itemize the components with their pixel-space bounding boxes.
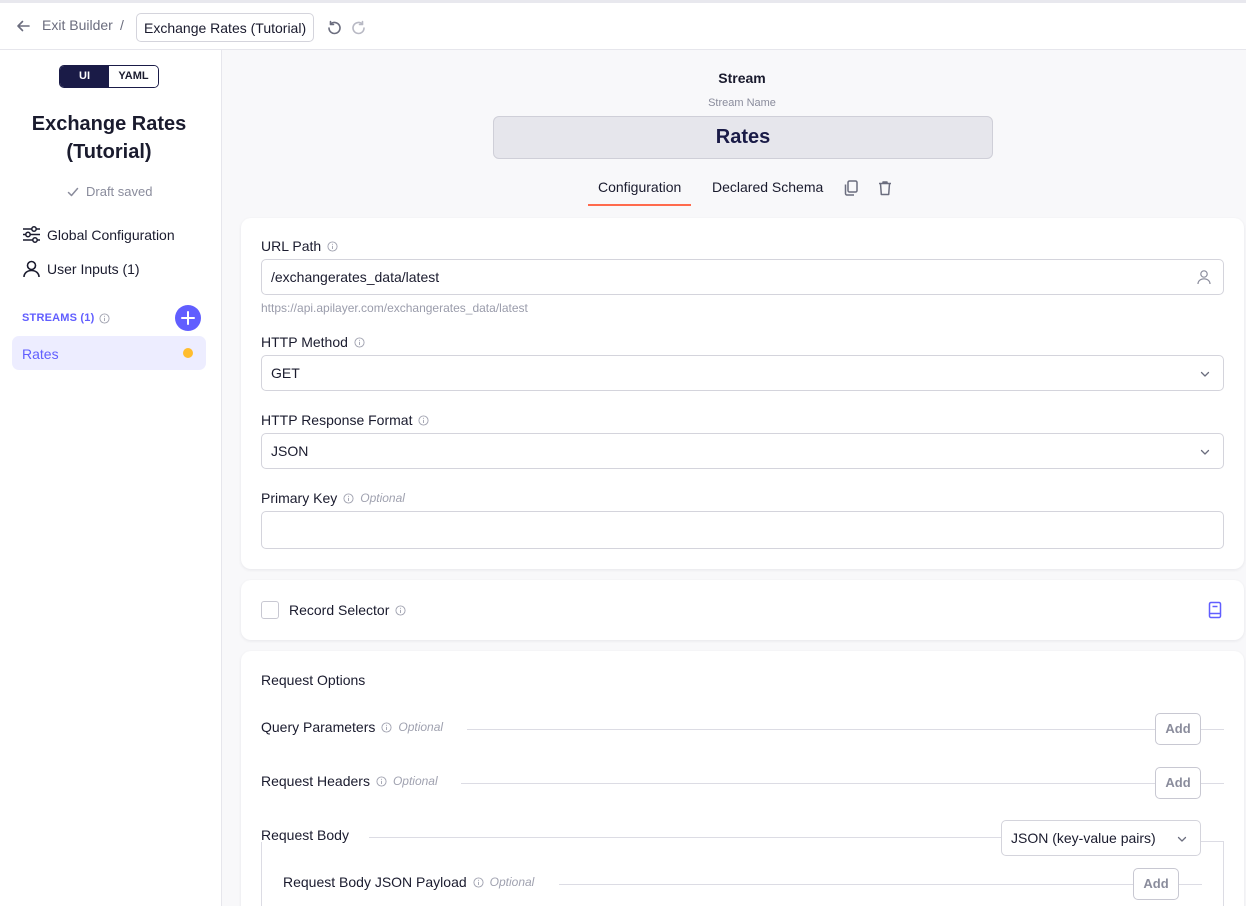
sidebar-stream-rates[interactable]: Rates — [12, 336, 206, 370]
url-path-label-text: URL Path — [261, 238, 322, 254]
check-icon — [67, 187, 79, 196]
info-icon — [473, 876, 484, 888]
http-method-select[interactable]: GET — [261, 355, 1224, 391]
main-panel: Stream Stream Name Rates Configuration D… — [222, 50, 1246, 906]
chevron-down-icon — [1200, 371, 1210, 377]
http-method-label-text: HTTP Method — [261, 334, 348, 350]
request-body-label-text: Request Body — [261, 827, 349, 843]
stream-name-label: Stream Name — [708, 97, 776, 109]
primary-key-label-text: Primary Key — [261, 490, 338, 506]
stream-status-dot — [183, 348, 193, 358]
record-selector-checkbox[interactable] — [261, 601, 279, 619]
url-path-input[interactable]: /exchangerates_data/latest — [261, 259, 1224, 295]
query-params-label-text: Query Parameters — [261, 719, 376, 735]
user-icon — [23, 260, 40, 278]
add-query-param-button[interactable]: Add — [1155, 713, 1201, 745]
add-stream-button[interactable] — [175, 305, 201, 331]
streams-heading-text: STREAMS (1) — [22, 312, 95, 324]
breadcrumb-separator: / — [120, 17, 124, 33]
redo-icon[interactable] — [350, 19, 368, 37]
request-body-label: Request Body — [261, 827, 349, 843]
copy-icon[interactable] — [842, 179, 860, 197]
user-input-icon[interactable] — [1196, 269, 1212, 285]
info-icon — [343, 492, 354, 504]
optional-tag: Optional — [398, 720, 444, 734]
stream-heading: Stream — [718, 70, 766, 86]
active-tab-indicator — [588, 204, 691, 206]
json-payload-label: Request Body JSON Payload Optional — [283, 874, 534, 890]
response-format-label: HTTP Response Format — [261, 412, 430, 428]
ui-mode-option[interactable]: UI — [60, 66, 109, 87]
record-selector-label-text: Record Selector — [289, 602, 390, 618]
http-method-value: GET — [271, 365, 300, 381]
request-headers-label-text: Request Headers — [261, 773, 370, 789]
url-path-label: URL Path — [261, 238, 338, 254]
request-headers-label: Request Headers Optional — [261, 773, 438, 789]
record-selector-label: Record Selector — [289, 602, 406, 618]
nav-user-inputs[interactable]: User Inputs (1) — [22, 260, 140, 278]
exit-builder-link[interactable]: Exit Builder — [42, 17, 113, 33]
http-method-label: HTTP Method — [261, 334, 365, 350]
info-icon — [99, 312, 111, 324]
optional-tag: Optional — [360, 491, 405, 505]
tab-declared-schema[interactable]: Declared Schema — [712, 179, 823, 195]
divider-line — [559, 884, 1133, 885]
draft-status: Draft saved — [66, 184, 152, 199]
info-icon — [418, 414, 430, 426]
tab-configuration[interactable]: Configuration — [598, 179, 681, 195]
primary-key-input[interactable] — [261, 511, 1224, 549]
documentation-book-icon[interactable] — [1206, 601, 1224, 619]
streams-heading: STREAMS (1) — [22, 312, 111, 324]
optional-tag: Optional — [489, 875, 535, 889]
sidebar: UI YAML Exchange Rates (Tutorial) Draft … — [0, 50, 222, 906]
response-format-select[interactable]: JSON — [261, 433, 1224, 469]
nav-global-configuration[interactable]: Global Configuration — [22, 226, 175, 243]
info-icon — [376, 775, 387, 787]
ui-yaml-toggle[interactable]: UI YAML — [59, 65, 159, 88]
response-format-label-text: HTTP Response Format — [261, 412, 413, 428]
optional-tag: Optional — [392, 774, 438, 788]
sliders-icon — [23, 226, 40, 243]
url-path-hint: https://api.apilayer.com/exchangerates_d… — [261, 301, 528, 315]
divider-line — [1179, 884, 1202, 885]
url-path-value: /exchangerates_data/latest — [271, 269, 440, 285]
record-selector-card: Record Selector — [241, 580, 1244, 640]
response-format-value: JSON — [271, 443, 309, 459]
top-bar: Exit Builder / Exchange Rates (Tutorial) — [0, 0, 1246, 50]
nav-global-configuration-label: Global Configuration — [47, 226, 175, 243]
stream-name-input[interactable]: Rates — [493, 116, 993, 159]
divider-line — [1201, 783, 1224, 784]
query-params-label: Query Parameters Optional — [261, 719, 443, 735]
divider-line — [467, 729, 1155, 730]
back-arrow-icon[interactable] — [14, 17, 32, 35]
trash-icon[interactable] — [876, 179, 894, 197]
add-request-header-button[interactable]: Add — [1155, 767, 1201, 799]
info-icon — [354, 336, 365, 348]
nav-user-inputs-label: User Inputs (1) — [47, 261, 140, 277]
json-payload-label-text: Request Body JSON Payload — [283, 874, 467, 890]
connector-name-field[interactable]: Exchange Rates (Tutorial) — [136, 13, 315, 42]
stream-item-label: Rates — [22, 346, 59, 362]
request-options-card: Request Options Query Parameters Optiona… — [241, 651, 1244, 906]
request-options-title: Request Options — [261, 672, 366, 688]
divider-line — [1201, 841, 1224, 842]
connector-title: Exchange Rates (Tutorial) — [31, 113, 187, 163]
divider-line — [1201, 729, 1224, 730]
stream-config-card: URL Path /exchangerates_data/latest http… — [241, 218, 1244, 569]
yaml-mode-option[interactable]: YAML — [109, 66, 158, 87]
divider-line — [369, 837, 1001, 838]
chevron-down-icon — [1200, 449, 1210, 455]
info-icon — [381, 721, 392, 733]
divider-line — [461, 783, 1155, 784]
undo-icon[interactable] — [325, 19, 343, 37]
add-json-payload-button[interactable]: Add — [1133, 868, 1179, 900]
info-icon — [395, 604, 406, 616]
plus-icon — [181, 311, 195, 325]
primary-key-label: Primary Key Optional — [261, 490, 405, 506]
draft-status-text: Draft saved — [86, 184, 153, 199]
info-icon — [327, 240, 338, 252]
